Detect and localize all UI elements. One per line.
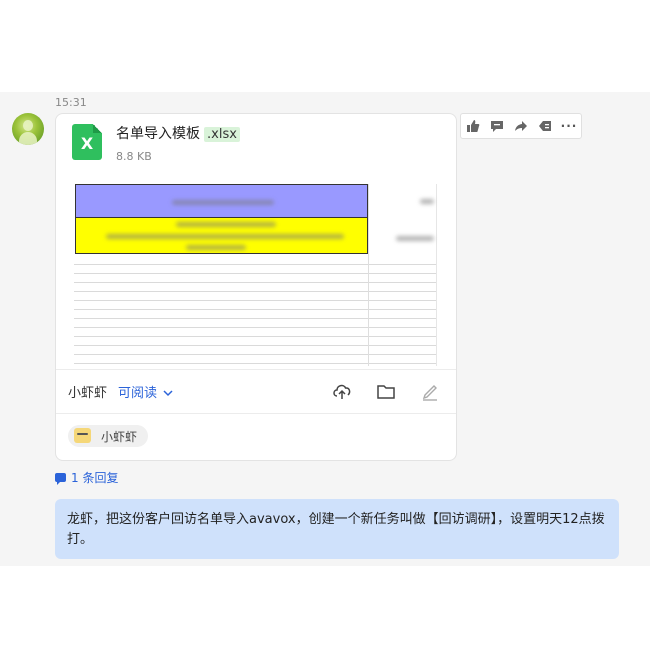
emoji-icon	[74, 428, 91, 443]
thumbs-up-icon-svg	[467, 120, 480, 132]
excel-icon-letter: X	[80, 134, 94, 153]
more-icon-glyph: ···	[560, 119, 578, 133]
file-name[interactable]: 名单导入模板 .xlsx	[116, 123, 240, 143]
blurred-text	[186, 245, 246, 250]
reaction-chip[interactable]: 小虾虾	[68, 425, 148, 447]
blurred-text	[396, 236, 434, 241]
comment-icon-svg	[491, 121, 503, 132]
reply-icon	[55, 473, 66, 485]
reply-count-link[interactable]: 1 条回复	[55, 469, 118, 486]
message-action-bar: ···	[460, 113, 582, 139]
file-owner: 小虾虾	[68, 386, 108, 401]
chevron-down-icon	[163, 390, 173, 397]
permission-label: 可阅读	[118, 386, 158, 401]
cloud-upload-icon[interactable]	[331, 380, 353, 402]
sheet-column-divider	[436, 184, 437, 366]
bookmark-icon-svg	[539, 121, 551, 131]
reply-count-label: 1 条回复	[71, 471, 119, 485]
blurred-text	[172, 200, 274, 205]
blurred-text	[106, 234, 344, 239]
card-divider	[56, 369, 456, 370]
reaction-chip-label: 小虾虾	[101, 430, 138, 444]
message-time: 15:31	[55, 96, 87, 109]
avatar-head	[23, 120, 33, 131]
cloud-upload-icon-svg	[333, 384, 351, 399]
folder-icon[interactable]	[375, 380, 397, 402]
blurred-text	[420, 199, 434, 204]
sheet-gridlines	[74, 256, 437, 366]
edit-icon-svg	[422, 385, 437, 401]
file-card[interactable]: X 名单导入模板 .xlsx 8.8 KB 小虾虾 可阅读 小虾虾	[55, 113, 457, 461]
excel-icon: X	[72, 124, 102, 160]
file-name-text: 名单导入模板	[116, 126, 200, 142]
avatar[interactable]	[12, 113, 44, 145]
card-divider	[56, 413, 456, 414]
spreadsheet-preview[interactable]	[74, 184, 438, 366]
more-icon[interactable]: ···	[557, 114, 581, 138]
sheet-header-row	[75, 184, 368, 218]
comment-icon[interactable]	[485, 114, 509, 138]
forward-icon[interactable]	[509, 114, 533, 138]
permission-dropdown[interactable]: 可阅读	[118, 382, 173, 401]
reply-bubble: 龙虾，把这份客户回访名单导入avavox，创建一个新任务叫做【回访调研】，设置明…	[55, 499, 619, 559]
bookmark-icon[interactable]	[533, 114, 557, 138]
forward-icon-svg	[515, 121, 527, 131]
edit-icon[interactable]	[419, 380, 441, 402]
folder-icon-svg	[377, 385, 395, 399]
file-size: 8.8 KB	[116, 150, 152, 163]
blurred-text	[176, 222, 276, 227]
reply-text: 龙虾，把这份客户回访名单导入avavox，创建一个新任务叫做【回访调研】，设置明…	[67, 512, 605, 547]
avatar-body	[19, 132, 37, 145]
file-extension: .xlsx	[204, 127, 240, 142]
sheet-column-divider	[368, 184, 369, 366]
thumbs-up-icon[interactable]	[461, 114, 485, 138]
sheet-highlight-row	[75, 218, 368, 254]
